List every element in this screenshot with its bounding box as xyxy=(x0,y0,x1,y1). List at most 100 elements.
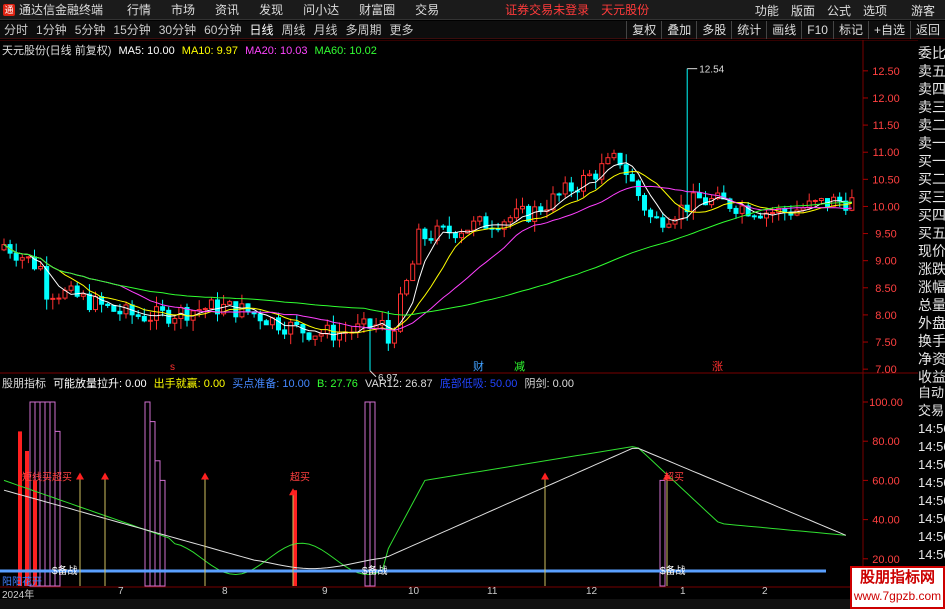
period-15min[interactable]: 15分钟 xyxy=(109,21,154,38)
candle-body-18 xyxy=(111,304,117,312)
btn-biaoji[interactable]: 标记 xyxy=(832,21,868,39)
sidebar2-item-3[interactable]: 14:56 xyxy=(918,438,945,456)
period-daily[interactable]: 日线 xyxy=(245,21,277,38)
sidebar-item-15[interactable]: 外盘 xyxy=(918,314,945,332)
sidebar-item-3[interactable]: 卖三 xyxy=(918,98,945,116)
menu-banmian[interactable]: 版面 xyxy=(785,2,821,19)
price-tick-label-9: 8.00 xyxy=(875,310,896,322)
candle-body-63 xyxy=(385,319,391,344)
period-60min[interactable]: 60分钟 xyxy=(200,21,245,38)
sidebar-item-9[interactable]: 买四 xyxy=(918,206,945,224)
candle-body-52 xyxy=(318,333,324,337)
app-logo-icon: 通 xyxy=(3,3,15,16)
menu-zixun[interactable]: 资讯 xyxy=(205,1,249,18)
sidebar-item-6[interactable]: 买一 xyxy=(918,152,945,170)
sidebar-item-5[interactable]: 卖一 xyxy=(918,134,945,152)
sidebar2-item-8[interactable]: 14:56 xyxy=(918,528,945,546)
period-1min[interactable]: 1分钟 xyxy=(32,21,71,38)
ma10-value: MA10: 9.97 xyxy=(181,45,239,57)
btn-fanhui[interactable]: 返回 xyxy=(909,21,945,39)
ind-f3: 买点准备: 10.00 xyxy=(232,378,310,390)
btn-tongji[interactable]: 统计 xyxy=(731,21,766,39)
sidebar-item-13[interactable]: 涨幅 xyxy=(918,278,945,296)
sidebar-item-4[interactable]: 卖二 xyxy=(918,116,945,134)
user-guest[interactable]: 游客 xyxy=(893,2,945,19)
chart-canvas[interactable]: 12.50 12.00 11.50 11.00 10.50 10.00 9.50 9.00 8.… xyxy=(0,40,918,609)
period-more[interactable]: 更多 xyxy=(386,21,418,38)
sidebar-item-7[interactable]: 买二 xyxy=(918,170,945,188)
btn-zixuan[interactable]: +自选 xyxy=(867,21,910,39)
chart-area[interactable]: 12.50 12.00 11.50 11.00 10.50 10.00 9.50 9.00 8.… xyxy=(0,40,945,609)
candle-body-4 xyxy=(25,256,31,259)
btn-huaxian[interactable]: 画线 xyxy=(766,21,801,39)
sidebar2-item-0[interactable]: 自动 xyxy=(918,384,945,402)
sidebar-item-11[interactable]: 现价 xyxy=(918,242,945,260)
sidebar-item-10[interactable]: 买五 xyxy=(918,224,945,242)
sidebar-item-17[interactable]: 净资 xyxy=(918,350,945,368)
date-label-3: 9 xyxy=(322,586,328,597)
candle-body-104 xyxy=(635,180,641,197)
sidebar-item-16[interactable]: 换手 xyxy=(918,332,945,350)
bottom-status-band xyxy=(0,599,850,609)
period-multi[interactable]: 多周期 xyxy=(342,21,386,38)
ma5-value: MA5: 10.00 xyxy=(118,45,175,57)
period-toolbar: 分时 1分钟 5分钟 15分钟 30分钟 60分钟 日线 周线 月线 多周期 更… xyxy=(0,21,945,39)
menu-wenxiaoda[interactable]: 问小达 xyxy=(293,1,349,18)
menu-gongneng[interactable]: 功能 xyxy=(749,2,785,19)
price-tick-label-11: 7.00 xyxy=(875,364,896,376)
candle-body-42 xyxy=(257,313,263,322)
sidebar-item-2[interactable]: 卖四 xyxy=(918,80,945,98)
sidebar2-item-7[interactable]: 14:56 xyxy=(918,510,945,528)
sidebar-item-12[interactable]: 涨跌 xyxy=(918,260,945,278)
ind-label-buy2: 超买 xyxy=(290,470,310,483)
trade-login-warning[interactable]: 证券交易未登录 xyxy=(499,1,595,18)
sidebar-item-0[interactable]: 委比 xyxy=(918,44,945,62)
sidebar-item-8[interactable]: 买三 xyxy=(918,188,945,206)
sidebar2-item-9[interactable]: 14:56 xyxy=(918,546,945,564)
sidebar2-item-1[interactable]: 交易 xyxy=(918,402,945,420)
pink-bar-11 xyxy=(369,401,376,587)
price-tick-label-10: 7.50 xyxy=(875,337,896,349)
sidebar2-item-2[interactable]: 14:56 xyxy=(918,420,945,438)
period-fenshi[interactable]: 分时 xyxy=(0,21,32,38)
btn-fuquan[interactable]: 复权 xyxy=(626,21,661,39)
ind-label-prep3: $备战 xyxy=(660,564,686,577)
pink-bar-6 xyxy=(144,401,151,587)
candle-body-92 xyxy=(562,182,568,195)
candle-body-46 xyxy=(282,329,288,335)
menu-caifuquan[interactable]: 财富圈 xyxy=(349,1,405,18)
sidebar2-item-6[interactable]: 14:56 xyxy=(918,492,945,510)
candle-body-83 xyxy=(507,217,513,223)
period-5min[interactable]: 5分钟 xyxy=(71,21,110,38)
candle-body-11 xyxy=(68,285,74,291)
ind-label-buy1: 短线买 xyxy=(22,470,52,483)
btn-f10[interactable]: F10 xyxy=(801,21,833,39)
btn-diejia[interactable]: 叠加 xyxy=(661,21,696,39)
menu-shichang[interactable]: 市场 xyxy=(161,1,205,18)
menu-hangqing[interactable]: 行情 xyxy=(117,1,161,18)
green-indicator-line xyxy=(3,446,846,576)
sidebar2-item-5[interactable]: 14:56 xyxy=(918,474,945,492)
candle-body-28 xyxy=(172,318,178,324)
candle-body-74 xyxy=(452,232,458,239)
candle-body-70 xyxy=(428,238,434,241)
candle-body-136 xyxy=(831,196,837,207)
menu-xuanxiang[interactable]: 选项 xyxy=(857,2,893,19)
period-30min[interactable]: 30分钟 xyxy=(155,21,200,38)
menu-jiaoyi[interactable]: 交易 xyxy=(405,1,449,18)
menu-faxian[interactable]: 发现 xyxy=(249,1,293,18)
ind-f5: VAR12: 26.87 xyxy=(365,378,433,390)
candle-body-12 xyxy=(74,285,80,297)
candle-body-77 xyxy=(471,220,477,231)
candle-body-2 xyxy=(13,252,19,261)
period-monthly[interactable]: 月线 xyxy=(310,21,342,38)
menu-gongshi[interactable]: 公式 xyxy=(821,2,857,19)
date-label-7: 1 xyxy=(680,586,686,597)
ind-label-prep2: $备战 xyxy=(362,564,388,577)
btn-duogu[interactable]: 多股 xyxy=(696,21,731,39)
sidebar2-item-4[interactable]: 14:56 xyxy=(918,456,945,474)
sidebar-item-1[interactable]: 卖五 xyxy=(918,62,945,80)
period-weekly[interactable]: 周线 xyxy=(277,21,309,38)
candle-body-13 xyxy=(80,293,86,297)
sidebar-item-14[interactable]: 总量 xyxy=(918,296,945,314)
